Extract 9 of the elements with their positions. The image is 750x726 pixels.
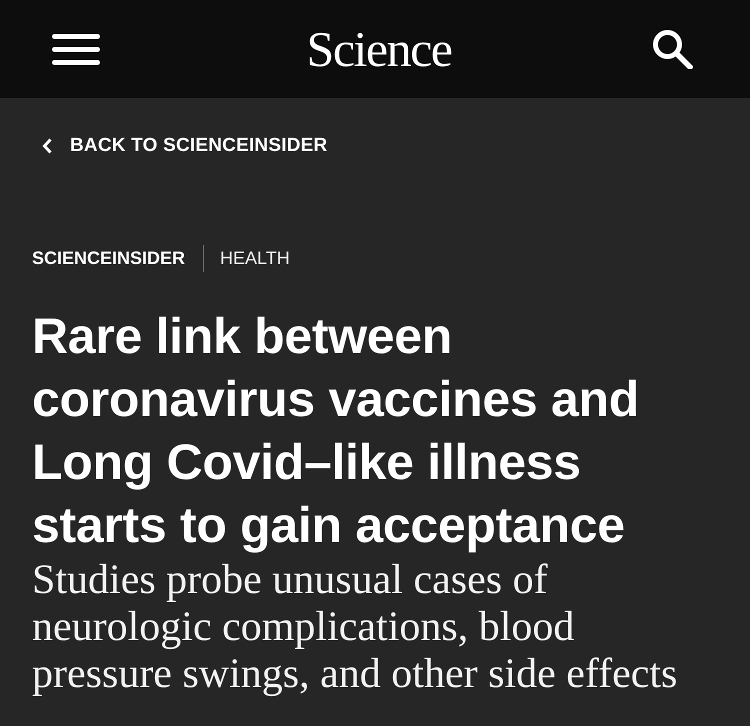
article-standfirst: Studies probe unusual cases of neurologic complications, blood pressure swings, and other side effects [32,557,678,698]
menu-icon[interactable] [52,34,100,64]
chevron-left-icon [42,138,52,154]
topic-link[interactable]: HEALTH [220,247,290,269]
search-icon[interactable] [652,29,693,69]
section-link[interactable]: SCIENCEINSIDER [32,247,186,269]
site-logo[interactable]: Science [306,24,452,74]
article-headline: Rare link between coronavirus vaccines and Long Covid–like illness starts to gain acceptance [32,307,640,555]
back-link[interactable]: BACK TO SCIENCEINSIDER [42,134,328,158]
